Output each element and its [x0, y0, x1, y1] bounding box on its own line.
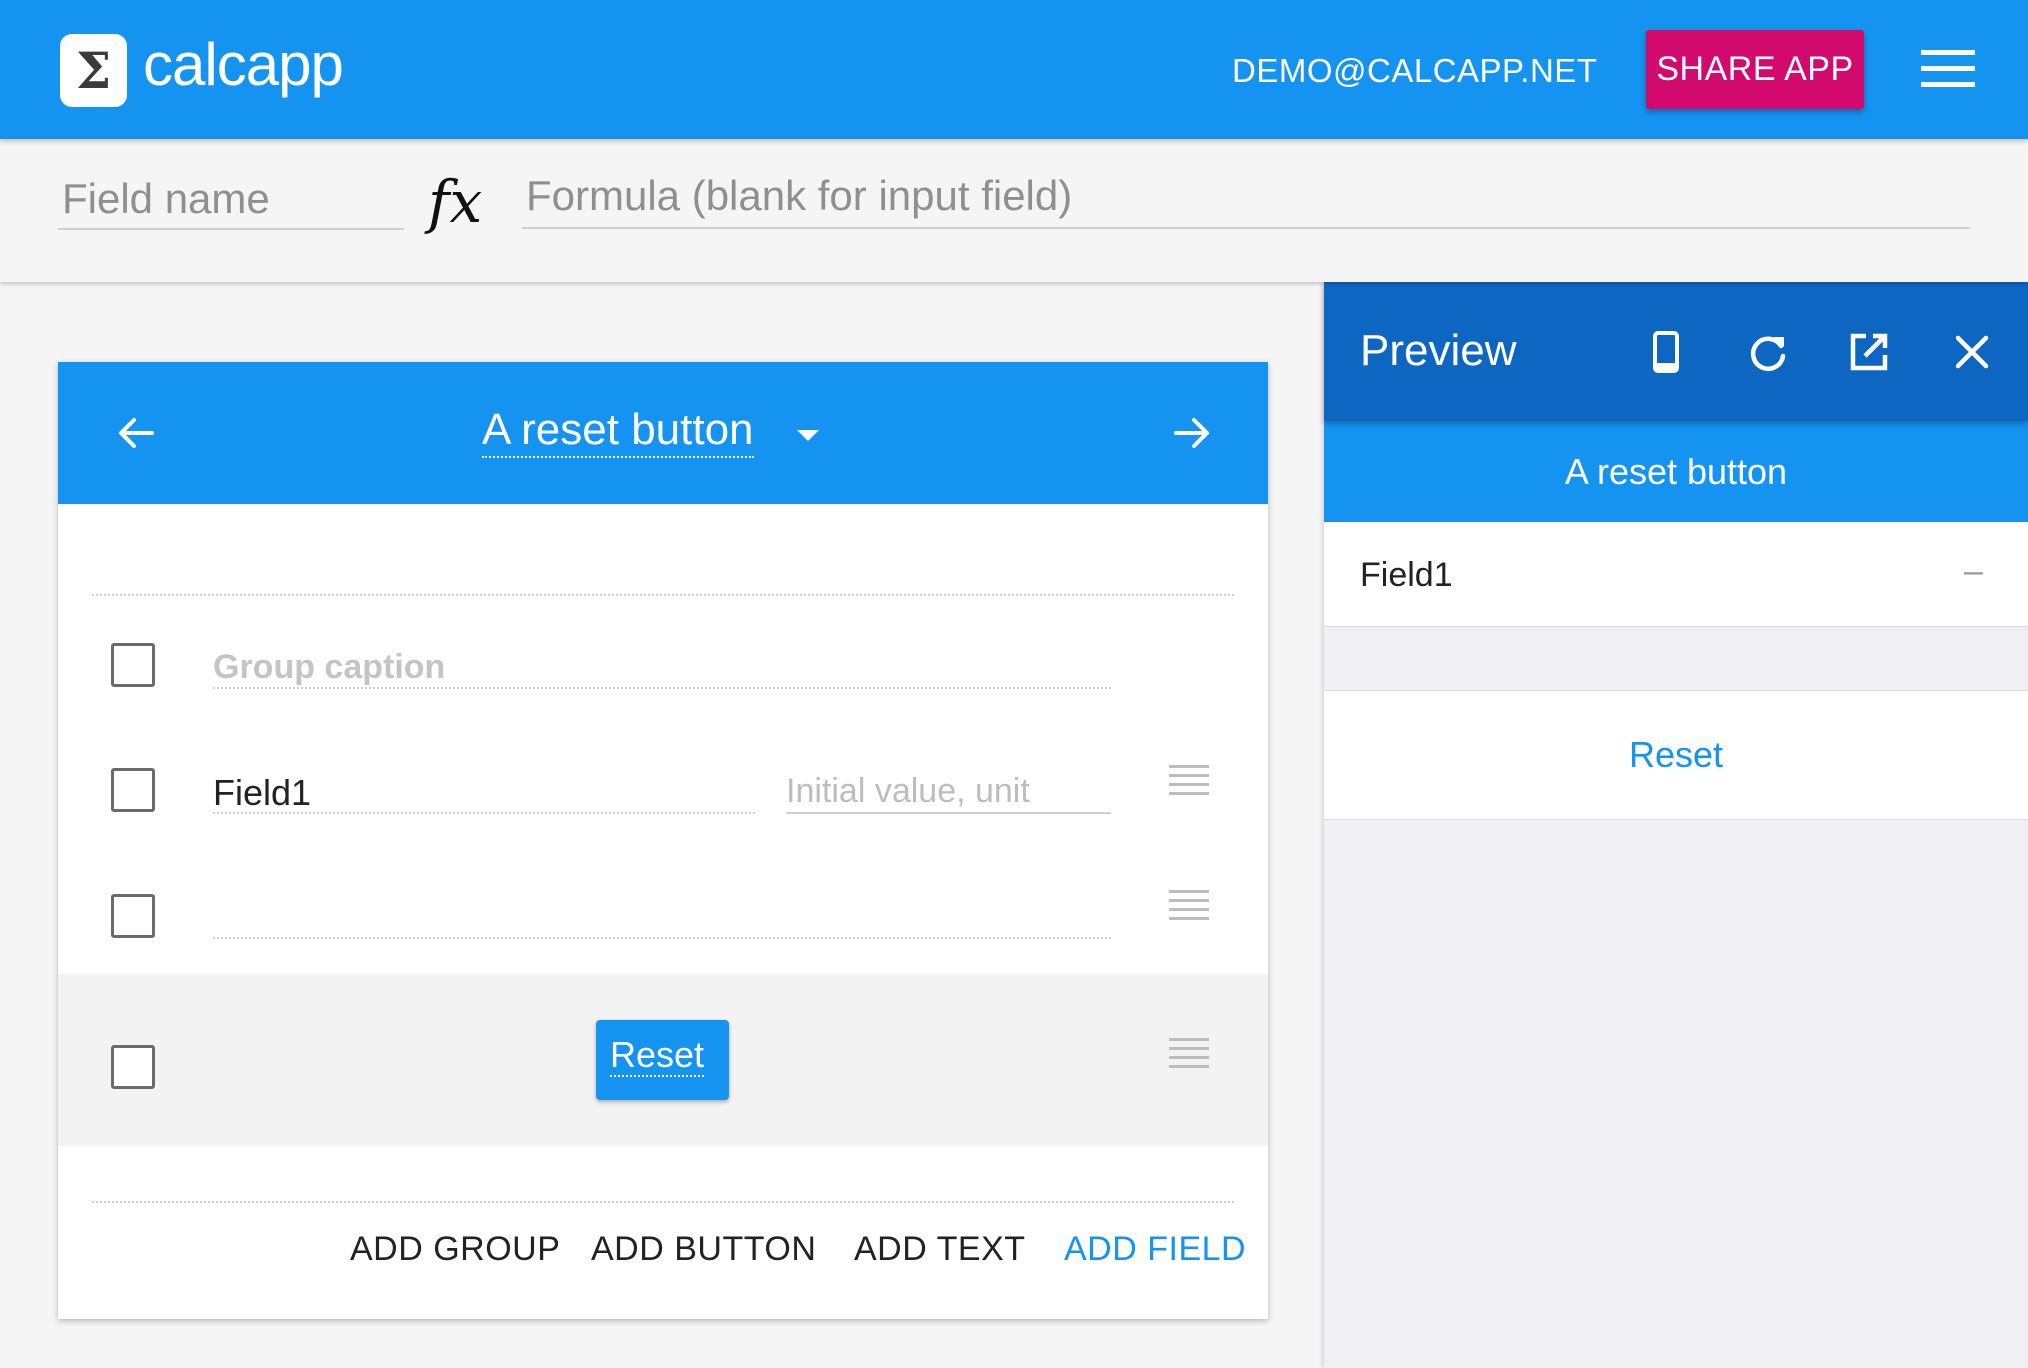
refresh-icon[interactable] — [1744, 328, 1792, 376]
preview-panel: Preview A reset button Field1 – Reset — [1324, 282, 2028, 1368]
open-external-icon[interactable] — [1845, 328, 1893, 376]
drag-handle-icon[interactable] — [1169, 1038, 1209, 1070]
divider — [92, 594, 1234, 596]
preview-header: Preview — [1324, 282, 2028, 421]
formula-input[interactable] — [522, 165, 1970, 229]
reset-button[interactable]: Reset — [596, 1020, 729, 1100]
row-checkbox[interactable] — [111, 1045, 155, 1089]
group-caption-input[interactable]: Group caption — [213, 648, 445, 687]
drag-handle-icon[interactable] — [1169, 765, 1209, 797]
user-email-link[interactable]: DEMO@CALCAPP.NET — [1232, 52, 1597, 90]
logo-icon: Σ — [60, 34, 127, 107]
add-text-button[interactable]: ADD TEXT — [854, 1230, 1026, 1269]
input-underline — [213, 937, 1111, 939]
drag-handle-icon[interactable] — [1169, 890, 1209, 922]
phone-icon[interactable] — [1642, 328, 1690, 376]
preview-app-title: A reset button — [1324, 421, 2028, 522]
screen-title[interactable]: A reset button — [482, 405, 754, 459]
input-underline — [213, 812, 755, 814]
initial-value-input[interactable]: Initial value, unit — [786, 772, 1030, 811]
arrow-right-icon[interactable] — [1166, 408, 1216, 458]
hamburger-icon[interactable] — [1921, 50, 1975, 88]
preview-field-row[interactable]: Field1 – — [1324, 522, 2028, 627]
caret-down-icon[interactable] — [788, 424, 828, 448]
preview-reset-button[interactable]: Reset — [1324, 690, 2028, 820]
preview-field-label: Field1 — [1360, 556, 1453, 594]
arrow-left-icon[interactable] — [112, 408, 162, 458]
field-name-text[interactable]: Field1 — [213, 772, 311, 814]
row-checkbox[interactable] — [111, 768, 155, 812]
add-group-button[interactable]: ADD GROUP — [350, 1230, 560, 1269]
field-name-input[interactable] — [58, 170, 404, 230]
app-name: calcapp — [143, 31, 344, 98]
preview-title: Preview — [1360, 326, 1517, 375]
fx-icon: fx — [428, 168, 483, 236]
preview-reset-label: Reset — [1628, 734, 1724, 775]
input-underline — [786, 812, 1111, 814]
screen-header: A reset button — [58, 362, 1268, 504]
share-app-button[interactable]: SHARE APP — [1646, 30, 1864, 109]
close-icon[interactable] — [1948, 328, 1996, 376]
add-field-button[interactable]: ADD FIELD — [1064, 1230, 1246, 1269]
app-bar: Σ calcapp DEMO@CALCAPP.NET SHARE APP — [0, 0, 2028, 139]
editor-card: A reset button Group caption Field1 Init… — [58, 362, 1268, 1319]
row-checkbox[interactable] — [111, 894, 155, 938]
input-underline — [213, 687, 1111, 689]
add-button-button[interactable]: ADD BUTTON — [591, 1230, 816, 1269]
row-checkbox[interactable] — [111, 643, 155, 687]
preview-field-value[interactable]: – — [1964, 552, 1983, 591]
divider — [92, 1201, 1234, 1203]
